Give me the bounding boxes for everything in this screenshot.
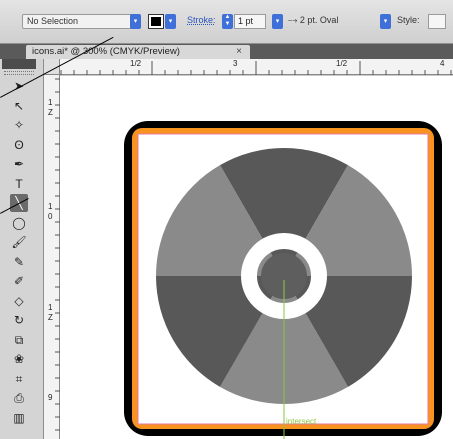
stroke-weight-field[interactable]: 1 pt xyxy=(234,14,266,29)
type-tool-icon[interactable]: T xyxy=(10,175,28,193)
ruler-label: 1/2 xyxy=(336,59,348,68)
stroke-panel-link[interactable]: Stroke: xyxy=(187,15,216,25)
ruler-label: Z xyxy=(48,108,53,117)
tools-panel-header[interactable] xyxy=(2,59,36,69)
stroke-profile-icon: ⤍ xyxy=(288,15,298,25)
scale-tool-icon[interactable]: ⧉ xyxy=(10,331,28,349)
horizontal-ruler-ticks xyxy=(47,61,452,75)
ruler-label: 4 xyxy=(440,59,445,68)
document-tab-bar: icons.ai* @ 300% (CMYK/Preview) × xyxy=(0,44,453,59)
rotate-tool-icon[interactable]: ↻ xyxy=(10,311,28,329)
stroke-weight-stepper[interactable]: ▲ ▼ xyxy=(222,14,233,29)
ruler-label: 9 xyxy=(48,393,53,402)
selection-dropdown-button[interactable]: ▾ xyxy=(130,14,141,29)
ellipse-tool-icon[interactable]: ◯ xyxy=(10,214,28,232)
horizontal-ruler[interactable]: 1/2 3 1/2 4 xyxy=(44,59,453,75)
blob-brush-tool-icon[interactable]: ✐ xyxy=(10,272,28,290)
ruler-label: 3 xyxy=(233,59,238,68)
ruler-label: 1 xyxy=(48,202,53,211)
magic-wand-tool-icon[interactable]: ✧ xyxy=(10,116,28,134)
control-bar: No Selection ▾ ▾ Stroke: ▲ ▼ 1 pt ▾ ⤍ 2 p… xyxy=(0,0,453,44)
warp-tool-icon[interactable]: ❀ xyxy=(10,350,28,368)
artwork: intersect xyxy=(124,121,442,439)
ruler-label: 1 xyxy=(48,98,53,107)
direct-selection-tool-icon[interactable]: ↖ xyxy=(10,97,28,115)
brush-definition-label: 2 pt. Oval xyxy=(299,15,339,25)
eraser-tool-icon[interactable]: ◇ xyxy=(10,292,28,310)
ruler-label: Z xyxy=(48,313,53,322)
ruler-label: 1/2 xyxy=(130,59,142,68)
vertical-ruler-ticks xyxy=(55,78,60,431)
style-label: Style: xyxy=(397,15,420,25)
lasso-tool-icon[interactable]: ʘ xyxy=(10,136,28,154)
paintbrush-tool-icon[interactable]: 🖌 xyxy=(10,233,28,251)
tools-panel: ➤↖✧ʘ✒T╲◯🖌✎✐◇↻⧉❀⌗⎙▥ xyxy=(0,59,44,439)
brush-definition-dropdown-button[interactable]: ▾ xyxy=(380,14,391,29)
column-graph-tool-icon[interactable]: ▥ xyxy=(10,409,28,427)
free-transform-tool-icon[interactable]: ⌗ xyxy=(10,370,28,388)
stroke-color-dropdown-button[interactable]: ▾ xyxy=(165,14,176,29)
ruler-label: 0 xyxy=(48,212,53,221)
vertical-ruler[interactable]: 1 Z 1 0 1 Z 9 xyxy=(44,75,60,439)
smart-guide-label: intersect xyxy=(286,417,317,426)
tools-panel-grip[interactable] xyxy=(4,71,34,75)
stroke-weight-dropdown-button[interactable]: ▾ xyxy=(272,14,283,29)
artboard-canvas[interactable]: intersect xyxy=(60,76,453,439)
symbol-sprayer-tool-icon[interactable]: ⎙ xyxy=(10,389,28,407)
document-tab[interactable]: icons.ai* @ 300% (CMYK/Preview) × xyxy=(26,45,250,59)
selection-status-field: No Selection xyxy=(22,14,140,29)
brush-definition-field[interactable]: ⤍ 2 pt. Oval xyxy=(288,15,338,26)
close-icon[interactable]: × xyxy=(236,45,242,59)
document-tab-title: icons.ai* @ 300% (CMYK/Preview) xyxy=(32,46,180,57)
stroke-color-swatch[interactable] xyxy=(148,14,164,29)
pen-tool-icon[interactable]: ✒ xyxy=(10,155,28,173)
pencil-tool-icon[interactable]: ✎ xyxy=(10,253,28,271)
ruler-label: 1 xyxy=(48,303,53,312)
graphic-style-picker[interactable] xyxy=(428,14,446,29)
